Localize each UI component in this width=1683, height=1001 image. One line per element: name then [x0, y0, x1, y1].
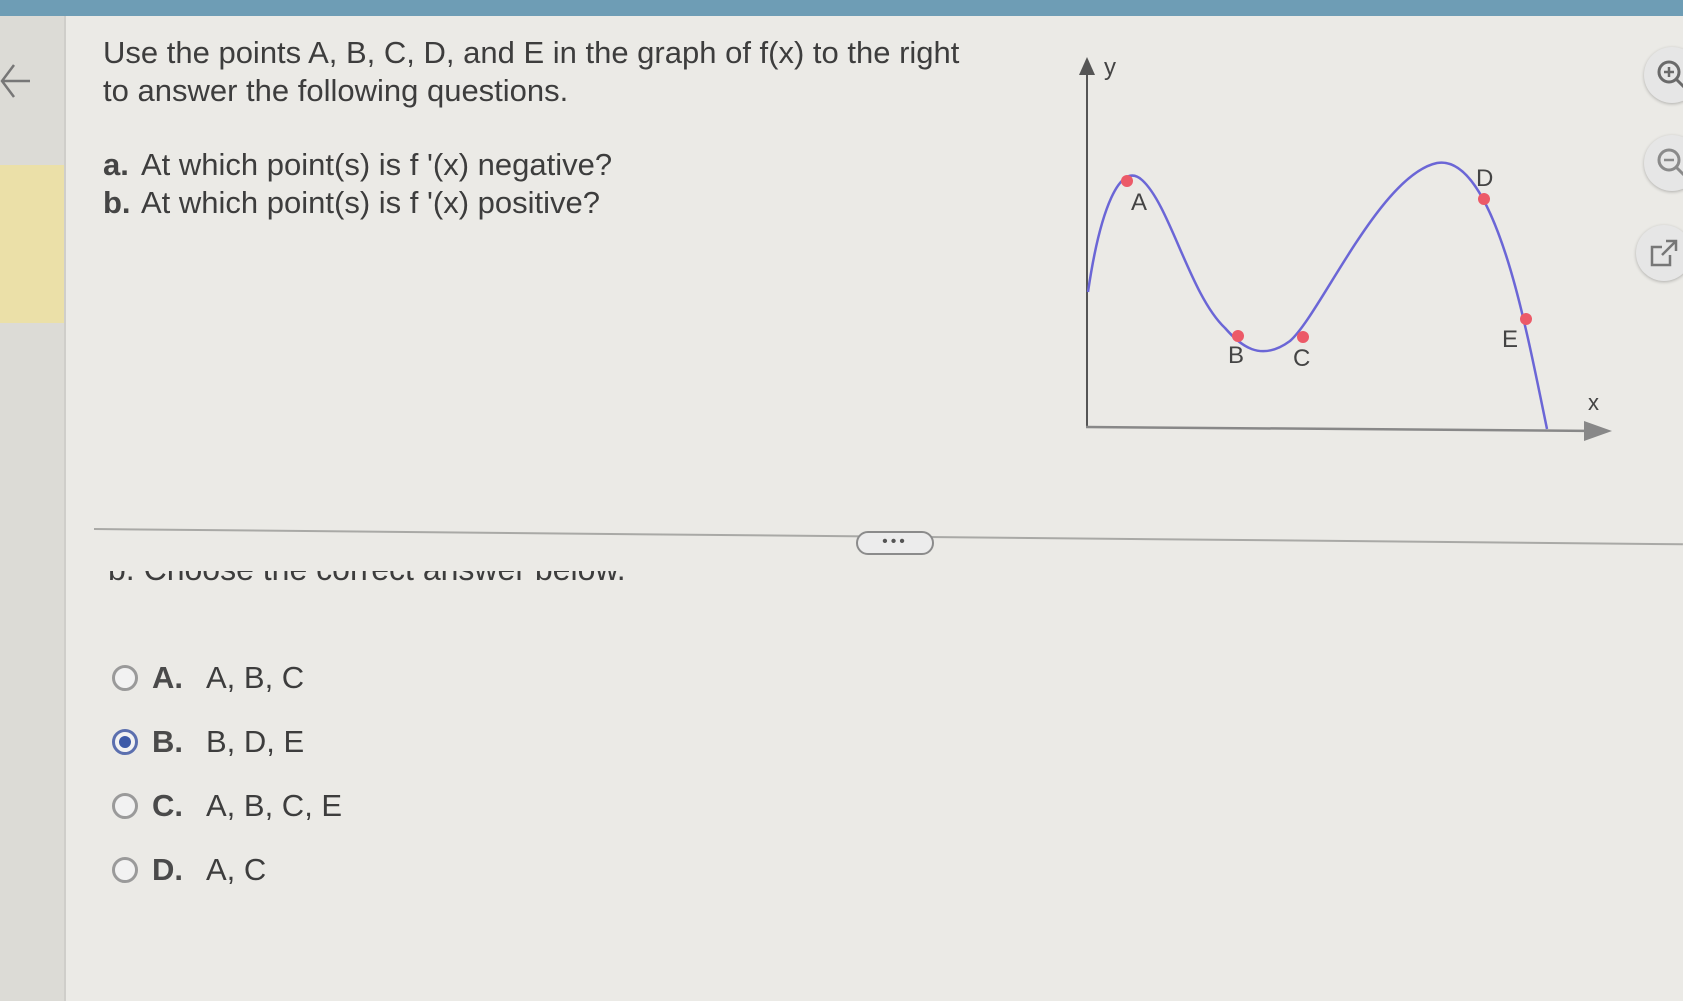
answer-prompt-text: b. Choose the correct answer below.: [108, 571, 626, 588]
option-d[interactable]: D. A, C: [112, 850, 342, 890]
part-letter: b.: [103, 185, 131, 220]
part-text: At which point(s) is f '(x) negative?: [141, 147, 613, 182]
option-text: A, B, C, E: [206, 788, 343, 823]
radio-button[interactable]: [112, 665, 138, 691]
top-bar: [0, 0, 1683, 16]
x-axis-arrow: [1584, 421, 1612, 441]
popout-button[interactable]: [1636, 225, 1683, 281]
function-curve: [1086, 161, 1549, 430]
x-axis: [1085, 425, 1601, 433]
point-c-label: C: [1293, 345, 1310, 372]
question-intro: Use the points A, B, C, D, and E in the …: [103, 34, 1023, 110]
radio-button[interactable]: [112, 793, 138, 819]
part-letter: a.: [103, 147, 129, 182]
point-a: [1121, 175, 1133, 187]
point-b: [1232, 330, 1244, 342]
question-parts: a. At which point(s) is f '(x) negative?…: [103, 146, 612, 222]
option-letter: A.: [152, 660, 183, 695]
y-axis-label: y: [1104, 54, 1116, 81]
point-e: [1520, 313, 1532, 325]
left-sidebar: [0, 16, 66, 1001]
question-intro-line1: Use the points A, B, C, D, and E in the …: [103, 35, 960, 70]
point-d: [1478, 193, 1490, 205]
part-text: At which point(s) is f '(x) positive?: [141, 185, 601, 220]
function-graph: y x A B C D E: [1079, 54, 1612, 441]
question-part-b: b. At which point(s) is f '(x) positive?: [103, 184, 612, 222]
y-axis-arrow: [1079, 57, 1095, 75]
point-c: [1297, 331, 1309, 343]
option-b[interactable]: B. B, D, E: [112, 722, 342, 762]
question-part-a: a. At which point(s) is f '(x) negative?: [103, 146, 612, 184]
answer-options: A. A, B, C B. B, D, E C. A, B, C, E D. A…: [112, 658, 342, 914]
radio-button-selected[interactable]: [112, 729, 138, 755]
option-text: A, C: [206, 852, 267, 887]
option-text: A, B, C: [206, 660, 305, 695]
x-axis-label: x: [1588, 390, 1599, 415]
point-b-label: B: [1228, 342, 1244, 369]
radio-button[interactable]: [112, 857, 138, 883]
point-a-label: A: [1131, 189, 1147, 216]
question-highlight-tab[interactable]: [0, 165, 64, 323]
option-letter: D.: [152, 852, 183, 887]
answer-prompt: b. Choose the correct answer below.: [108, 571, 648, 601]
option-text: B, D, E: [206, 724, 305, 759]
option-letter: C.: [152, 788, 183, 823]
expand-more-button[interactable]: •••: [856, 531, 934, 555]
zoom-in-icon: [1657, 60, 1683, 89]
external-link-icon: [1650, 239, 1678, 267]
question-intro-line2: to answer the following questions.: [103, 73, 569, 108]
back-arrow-icon[interactable]: [0, 55, 34, 111]
option-c[interactable]: C. A, B, C, E: [112, 786, 342, 826]
option-letter: B.: [152, 724, 183, 759]
zoom-out-icon: [1657, 148, 1683, 177]
option-a[interactable]: A. A, B, C: [112, 658, 342, 698]
point-e-label: E: [1502, 326, 1518, 353]
point-d-label: D: [1476, 165, 1493, 192]
